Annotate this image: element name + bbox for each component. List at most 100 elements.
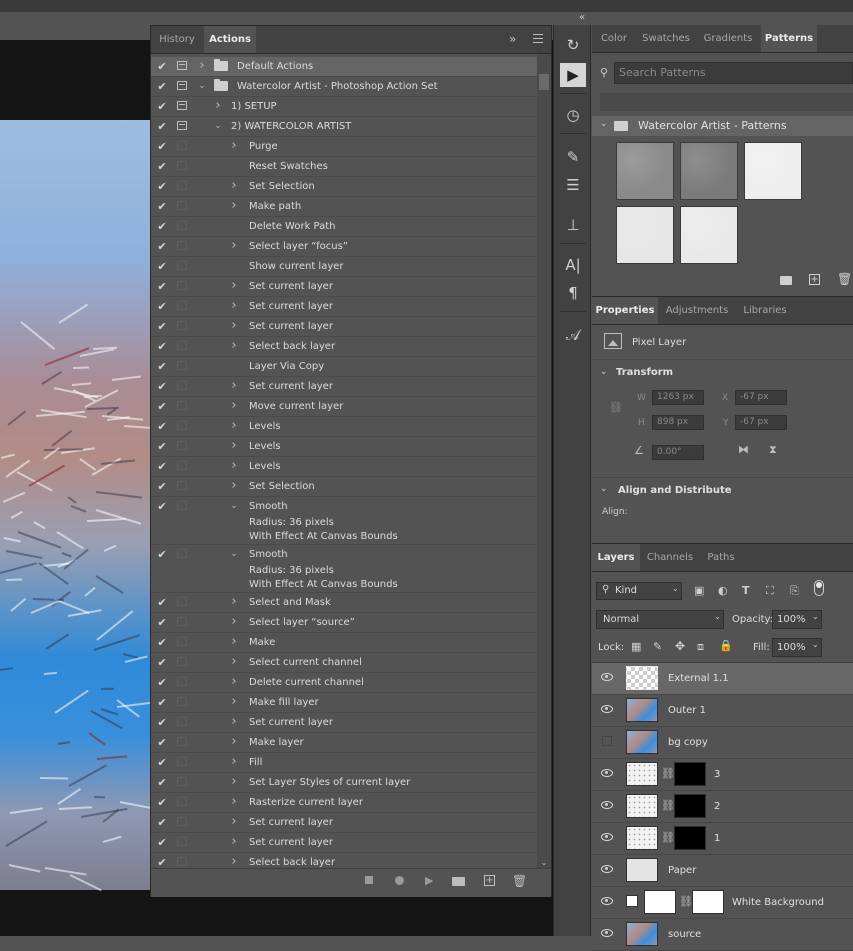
search-patterns-input[interactable]: Search Patterns xyxy=(614,62,853,84)
layer-thumbnail[interactable] xyxy=(626,730,658,754)
tab-gradients[interactable]: Gradients xyxy=(696,25,760,52)
chevron-right-icon[interactable]: › xyxy=(229,479,239,492)
toggle-item-checkmark-icon[interactable]: ✔ xyxy=(156,121,168,133)
chevron-right-icon[interactable]: › xyxy=(229,139,239,152)
toggle-item-checkmark-icon[interactable]: ✔ xyxy=(156,321,168,333)
toggle-dialog-icon[interactable] xyxy=(177,281,187,290)
chevron-right-icon[interactable]: › xyxy=(229,815,239,828)
actions-scrollbar-thumb[interactable] xyxy=(539,74,549,90)
layer-thumbnail[interactable] xyxy=(626,666,658,690)
toggle-item-checkmark-icon[interactable]: ✔ xyxy=(156,261,168,273)
tab-properties[interactable]: Properties xyxy=(592,297,658,324)
action-step-row[interactable]: ✔ › Make fill layer xyxy=(151,693,537,713)
toggle-dialog-icon[interactable] xyxy=(177,549,187,558)
filter-adjustment-icon[interactable]: ◐ xyxy=(718,584,728,597)
panel-collapse-chevrons-icon[interactable]: » xyxy=(509,32,516,46)
layer-row[interactable]: ⛓ 2 xyxy=(592,791,853,823)
toggle-dialog-icon[interactable] xyxy=(177,637,187,646)
layer-thumbnail[interactable] xyxy=(626,922,658,946)
layer-mask-thumbnail[interactable] xyxy=(674,826,706,850)
toggle-item-checkmark-icon[interactable]: ✔ xyxy=(156,461,168,473)
chevron-right-icon[interactable]: › xyxy=(229,459,239,472)
action-step-row[interactable]: ✔ › Rasterize current layer xyxy=(151,793,537,813)
chevron-right-icon[interactable]: › xyxy=(229,339,239,352)
chevron-down-icon[interactable]: ⌄ xyxy=(213,120,223,132)
toggle-dialog-icon[interactable] xyxy=(177,361,187,370)
lock-artboard-icon[interactable]: ⧈ xyxy=(697,640,704,654)
action-step-row[interactable]: ✔ › Make xyxy=(151,633,537,653)
action-step-row[interactable]: ✔ › Make path xyxy=(151,197,537,217)
pattern-swatch[interactable] xyxy=(744,142,802,200)
chevron-right-icon[interactable]: › xyxy=(229,835,239,848)
panel-menu-icon[interactable] xyxy=(533,34,543,43)
link-proportions-icon[interactable]: ⛓ xyxy=(609,401,623,414)
toggle-dialog-icon[interactable] xyxy=(177,141,187,150)
toggle-item-checkmark-icon[interactable]: ✔ xyxy=(156,61,168,73)
toggle-item-checkmark-icon[interactable]: ✔ xyxy=(156,817,168,829)
toggle-dialog-icon[interactable] xyxy=(177,401,187,410)
tab-adjustments[interactable]: Adjustments xyxy=(659,297,735,324)
chevron-right-icon[interactable]: › xyxy=(229,379,239,392)
action-step-row[interactable]: ✔ › Select layer “source” xyxy=(151,613,537,633)
layer-name[interactable]: 3 xyxy=(714,759,720,791)
layer-mask-thumbnail[interactable] xyxy=(674,762,706,786)
action-step-row[interactable]: ✔ › Select current channel xyxy=(151,653,537,673)
chevron-right-icon[interactable]: › xyxy=(229,199,239,212)
blend-mode-select[interactable]: Normal xyxy=(596,610,724,629)
layer-thumbnail[interactable] xyxy=(644,890,676,914)
chevron-right-icon[interactable]: › xyxy=(213,99,223,112)
layer-mask-thumbnail[interactable] xyxy=(674,794,706,818)
tab-channels[interactable]: Channels xyxy=(641,544,699,571)
action-step-row[interactable]: ✔ › Delete current channel xyxy=(151,673,537,693)
clone-stamp-icon[interactable]: ⊥ xyxy=(560,213,586,237)
chevron-right-icon[interactable]: › xyxy=(229,615,239,628)
action-step-row[interactable]: ✔ › Set current layer xyxy=(151,277,537,297)
toggle-dialog-icon[interactable] xyxy=(177,181,187,190)
lock-transparent-pixels-icon[interactable]: ▦ xyxy=(631,640,641,653)
chevron-right-icon[interactable]: › xyxy=(197,59,207,72)
layer-row[interactable]: Outer 1 xyxy=(592,695,853,727)
toggle-item-checkmark-icon[interactable]: ✔ xyxy=(156,757,168,769)
layer-row[interactable]: ⛓ 3 xyxy=(592,759,853,791)
chevron-down-icon[interactable]: ⌄ xyxy=(229,500,239,512)
toggle-item-checkmark-icon[interactable]: ✔ xyxy=(156,101,168,113)
toggle-item-checkmark-icon[interactable]: ✔ xyxy=(156,341,168,353)
layer-name[interactable]: 2 xyxy=(714,791,720,823)
chevron-right-icon[interactable]: › xyxy=(229,439,239,452)
toggle-dialog-icon[interactable] xyxy=(177,81,187,90)
toggle-dialog-icon[interactable] xyxy=(177,461,187,470)
tab-paths[interactable]: Paths xyxy=(700,544,742,571)
height-field[interactable]: 898 px xyxy=(652,415,704,430)
action-step-row[interactable]: ✔ › Select back layer xyxy=(151,337,537,357)
toggle-dialog-icon[interactable] xyxy=(177,597,187,606)
link-icon[interactable]: ⛓ xyxy=(661,799,675,812)
chevron-down-icon[interactable]: ⌄ xyxy=(229,548,239,560)
eye-icon[interactable] xyxy=(601,705,613,713)
pattern-swatch[interactable] xyxy=(680,142,738,200)
layer-thumbnail[interactable] xyxy=(626,762,658,786)
toggle-item-checkmark-icon[interactable]: ✔ xyxy=(156,797,168,809)
action-step-row[interactable]: ✔ › Set current layer xyxy=(151,317,537,337)
layer-name[interactable]: External 1.1 xyxy=(668,663,729,695)
action-step-row[interactable]: ✔ › Set Selection xyxy=(151,477,537,497)
link-icon[interactable]: ⛓ xyxy=(661,831,675,844)
action-step-row[interactable]: ✔ › Set current layer xyxy=(151,377,537,397)
toggle-dialog-icon[interactable] xyxy=(177,837,187,846)
chevron-right-icon[interactable]: › xyxy=(229,179,239,192)
eye-icon[interactable] xyxy=(601,833,613,841)
toggle-item-checkmark-icon[interactable]: ✔ xyxy=(156,281,168,293)
angle-field[interactable]: 0.00° xyxy=(652,445,704,460)
layer-row[interactable]: source xyxy=(592,919,853,951)
pattern-swatch[interactable] xyxy=(616,206,674,264)
new-action-icon[interactable]: + xyxy=(484,875,495,886)
toggle-dialog-icon[interactable] xyxy=(177,697,187,706)
toggle-dialog-icon[interactable] xyxy=(177,737,187,746)
play-actions-icon[interactable]: ▶ xyxy=(560,63,586,87)
record-icon[interactable] xyxy=(395,876,404,885)
history-brush-icon[interactable]: ↻ xyxy=(560,33,586,57)
layer-row[interactable]: ⛓ White Background xyxy=(592,887,853,919)
chevron-down-icon[interactable]: ⌄ xyxy=(197,80,207,92)
toggle-dialog-icon[interactable] xyxy=(177,121,187,130)
play-icon[interactable]: ▶ xyxy=(425,874,433,887)
toggle-item-checkmark-icon[interactable]: ✔ xyxy=(156,361,168,373)
